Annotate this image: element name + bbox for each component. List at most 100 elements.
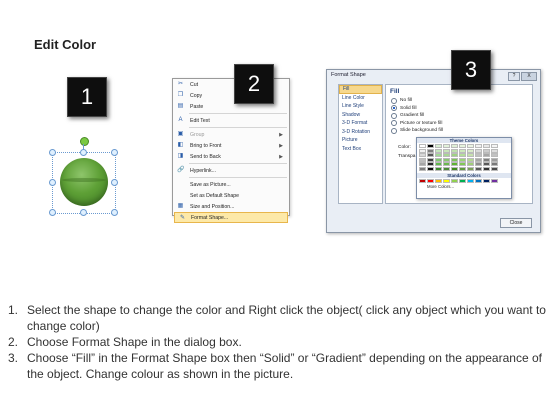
- menu-item-size-and-position[interactable]: ▦ Size and Position...: [173, 201, 289, 212]
- color-swatch[interactable]: [451, 144, 458, 148]
- color-swatch[interactable]: [467, 166, 474, 171]
- color-swatch[interactable]: [443, 166, 450, 171]
- color-swatch[interactable]: [459, 157, 466, 162]
- color-swatch[interactable]: [483, 144, 490, 148]
- menu-item-set-as-default-shape[interactable]: Set as Default Shape: [173, 190, 289, 201]
- color-swatch[interactable]: [435, 144, 442, 148]
- close-button[interactable]: Close: [500, 218, 532, 228]
- green-sphere-shape[interactable]: [60, 158, 108, 206]
- color-swatch[interactable]: [443, 148, 450, 153]
- color-swatch[interactable]: [451, 153, 458, 158]
- standard-color-swatch[interactable]: [491, 178, 498, 183]
- color-swatch[interactable]: [451, 166, 458, 171]
- color-swatch[interactable]: [483, 153, 490, 158]
- nav-item-shadow[interactable]: Shadow: [339, 111, 382, 120]
- radio-button[interactable]: [391, 97, 397, 104]
- radio-button[interactable]: [391, 127, 397, 134]
- color-swatch[interactable]: [491, 144, 498, 148]
- radio-solid-fill[interactable]: Solid fill: [391, 105, 417, 112]
- nav-item-line-color[interactable]: Line Color: [339, 94, 382, 103]
- close-x-button[interactable]: X: [521, 72, 537, 81]
- color-swatch[interactable]: [427, 157, 434, 162]
- standard-color-swatch[interactable]: [451, 178, 458, 183]
- color-swatch[interactable]: [435, 157, 442, 162]
- color-swatch[interactable]: [419, 166, 426, 171]
- color-swatch[interactable]: [427, 166, 434, 171]
- resize-handle-ne[interactable]: [111, 149, 118, 156]
- radio-slide-background-fill[interactable]: Slide background fill: [391, 127, 443, 134]
- color-swatch[interactable]: [459, 148, 466, 153]
- color-swatch[interactable]: [427, 144, 434, 148]
- color-swatch[interactable]: [427, 153, 434, 158]
- menu-item-bring-to-front[interactable]: ◧ Bring to Front ▶: [173, 140, 289, 151]
- resize-handle-se[interactable]: [111, 209, 118, 216]
- nav-item-3-d-format[interactable]: 3-D Format: [339, 119, 382, 128]
- color-swatch[interactable]: [459, 162, 466, 167]
- color-swatch[interactable]: [467, 162, 474, 167]
- nav-item-text-box[interactable]: Text Box: [339, 145, 382, 154]
- menu-item-save-as-picture[interactable]: Save as Picture...: [173, 179, 289, 190]
- menu-item-hyperlink[interactable]: 🔗 Hyperlink...: [173, 165, 289, 176]
- color-swatch[interactable]: [451, 148, 458, 153]
- help-button[interactable]: ?: [508, 72, 520, 81]
- radio-button[interactable]: [391, 120, 397, 126]
- color-swatch[interactable]: [467, 153, 474, 158]
- color-swatch[interactable]: [491, 162, 498, 167]
- radio-button[interactable]: [391, 105, 397, 111]
- resize-handle-sw[interactable]: [49, 209, 56, 216]
- color-swatch[interactable]: [451, 162, 458, 167]
- color-swatch[interactable]: [427, 148, 434, 153]
- nav-item-line-style[interactable]: Line Style: [339, 102, 382, 111]
- radio-picture-or-texture-fill[interactable]: Picture or texture fill: [391, 120, 442, 127]
- color-swatch[interactable]: [475, 166, 482, 171]
- color-swatch[interactable]: [483, 162, 490, 167]
- standard-color-swatch[interactable]: [459, 178, 466, 183]
- color-swatch[interactable]: [435, 162, 442, 167]
- color-swatch[interactable]: [435, 166, 442, 171]
- color-swatch[interactable]: [443, 144, 450, 148]
- color-swatch[interactable]: [475, 148, 482, 153]
- standard-color-swatch[interactable]: [435, 178, 442, 183]
- color-swatch[interactable]: [491, 166, 498, 171]
- color-swatch[interactable]: [467, 157, 474, 162]
- resize-handle-nw[interactable]: [49, 149, 56, 156]
- color-swatch[interactable]: [483, 157, 490, 162]
- color-swatch[interactable]: [419, 144, 426, 148]
- resize-handle-w[interactable]: [49, 179, 56, 186]
- color-swatch[interactable]: [443, 157, 450, 162]
- standard-color-swatch[interactable]: [475, 178, 482, 183]
- color-swatch[interactable]: [475, 144, 482, 148]
- color-swatch[interactable]: [443, 162, 450, 167]
- color-swatch[interactable]: [419, 148, 426, 153]
- standard-color-swatch[interactable]: [483, 178, 490, 183]
- color-swatch[interactable]: [475, 157, 482, 162]
- color-swatch[interactable]: [491, 153, 498, 158]
- color-swatch[interactable]: [451, 157, 458, 162]
- radio-gradient-fill[interactable]: Gradient fill: [391, 112, 424, 119]
- resize-handle-s[interactable]: [80, 209, 87, 216]
- color-swatch[interactable]: [443, 153, 450, 158]
- color-swatch[interactable]: [467, 144, 474, 148]
- more-colors-link[interactable]: More Colors...: [417, 184, 511, 189]
- color-swatch[interactable]: [419, 162, 426, 167]
- radio-no-fill[interactable]: No fill: [391, 97, 412, 104]
- color-swatch[interactable]: [491, 157, 498, 162]
- resize-handle-e[interactable]: [111, 179, 118, 186]
- nav-item-picture[interactable]: Picture: [339, 136, 382, 145]
- menu-item-edit-text[interactable]: A Edit Text: [173, 115, 289, 126]
- color-swatch[interactable]: [459, 144, 466, 148]
- radio-button[interactable]: [391, 112, 397, 119]
- standard-color-swatch[interactable]: [419, 178, 426, 183]
- color-swatch[interactable]: [491, 148, 498, 153]
- color-swatch[interactable]: [459, 153, 466, 158]
- color-swatch[interactable]: [467, 148, 474, 153]
- nav-item-fill[interactable]: Fill: [339, 85, 382, 94]
- menu-item-format-shape[interactable]: ✎ Format Shape...: [174, 212, 288, 223]
- standard-color-swatch[interactable]: [467, 178, 474, 183]
- color-swatch[interactable]: [419, 157, 426, 162]
- color-swatch[interactable]: [435, 153, 442, 158]
- standard-color-swatch[interactable]: [427, 178, 434, 183]
- color-swatch[interactable]: [475, 162, 482, 167]
- color-swatch[interactable]: [483, 166, 490, 171]
- color-swatch[interactable]: [435, 148, 442, 153]
